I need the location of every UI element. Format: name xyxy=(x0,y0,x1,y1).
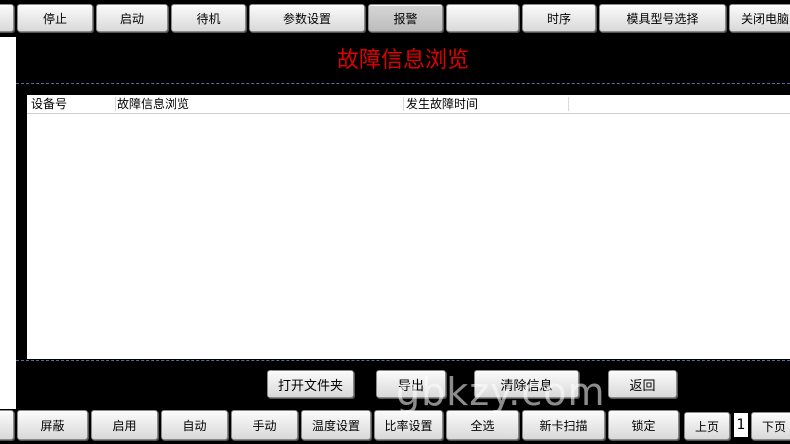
select-all-button[interactable]: 全选 xyxy=(446,410,519,440)
enable-button[interactable]: 启用 xyxy=(91,410,158,440)
open-folder-button[interactable]: 打开文件夹 xyxy=(267,370,354,398)
standby-button[interactable]: 待机 xyxy=(171,4,246,32)
column-separator xyxy=(568,97,569,111)
manual-button[interactable]: 手动 xyxy=(231,410,298,440)
column-header-fault-info[interactable]: 故障信息浏览 xyxy=(117,95,189,113)
auto-button[interactable]: 自动 xyxy=(161,410,228,440)
prev-page-button[interactable]: 上页 xyxy=(684,412,730,440)
blank-button[interactable] xyxy=(446,4,519,32)
column-header-fault-time[interactable]: 发生故障时间 xyxy=(406,95,478,113)
clear-info-button[interactable]: 清除信息 xyxy=(474,370,579,398)
column-separator xyxy=(403,97,404,111)
divider-top xyxy=(16,83,790,84)
column-header-device-no[interactable]: 设备号 xyxy=(31,95,67,113)
left-edge-strip xyxy=(0,37,16,409)
page-number: 1 xyxy=(734,413,748,437)
stop-button[interactable]: 停止 xyxy=(17,4,93,32)
ratio-settings-button[interactable]: 比率设置 xyxy=(374,410,443,440)
shutdown-computer-button[interactable]: 关闭电脑 xyxy=(729,4,790,32)
new-card-scan-button[interactable]: 新卡扫描 xyxy=(522,410,605,440)
start-button[interactable]: 启动 xyxy=(96,4,168,32)
fault-table[interactable]: 设备号 故障信息浏览 发生故障时间 xyxy=(27,95,790,359)
column-separator xyxy=(115,97,116,111)
timing-button[interactable]: 时序 xyxy=(522,4,596,32)
lock-button[interactable]: 锁定 xyxy=(608,410,679,440)
alarm-button[interactable]: 报警 xyxy=(368,4,443,32)
export-button[interactable]: 导出 xyxy=(376,370,446,398)
temperature-settings-button[interactable]: 温度设置 xyxy=(301,410,371,440)
mask-button[interactable]: 屏蔽 xyxy=(17,410,88,440)
mold-model-select-button[interactable]: 模具型号选择 xyxy=(599,4,726,32)
partial-button[interactable] xyxy=(0,4,14,32)
parameter-settings-button[interactable]: 参数设置 xyxy=(249,4,365,32)
next-page-button[interactable]: 下页 xyxy=(751,412,790,440)
page-title: 故障信息浏览 xyxy=(336,48,469,73)
divider-bottom xyxy=(16,360,790,361)
back-button[interactable]: 返回 xyxy=(608,370,677,398)
partial-button[interactable] xyxy=(0,410,14,440)
table-header: 设备号 故障信息浏览 发生故障时间 xyxy=(27,95,790,114)
